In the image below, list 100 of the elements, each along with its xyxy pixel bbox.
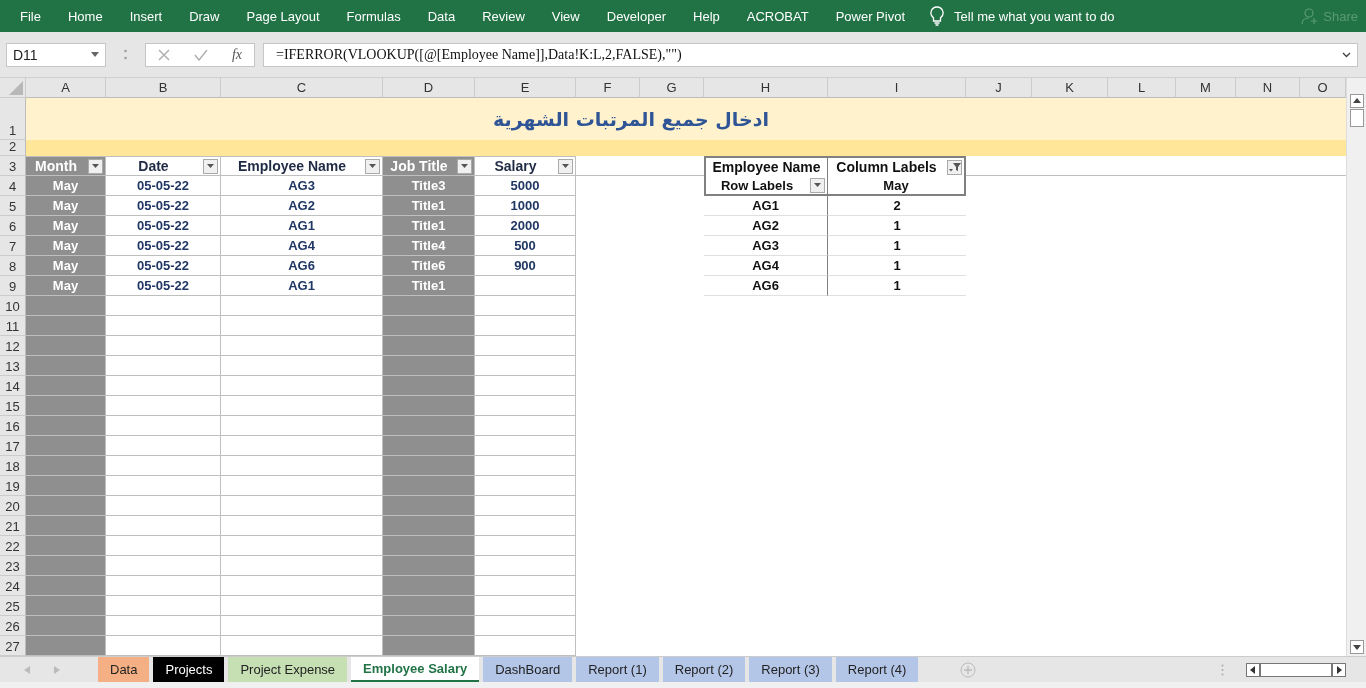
row-number[interactable]: 26 [0, 616, 26, 636]
table-cell: May [26, 176, 106, 196]
sheet-tab[interactable]: Data [98, 657, 150, 682]
column-letter[interactable]: E [475, 78, 576, 98]
column-letter[interactable]: O [1300, 78, 1346, 98]
ribbon-tab[interactable]: Draw [189, 8, 220, 24]
row-number[interactable]: 9 [0, 276, 26, 296]
scroll-down-icon[interactable] [1349, 640, 1364, 654]
row-number[interactable]: 11 [0, 316, 26, 336]
scroll-thumb[interactable] [1349, 109, 1364, 127]
filter-button[interactable] [88, 158, 103, 174]
ribbon-tab[interactable]: Data [427, 8, 456, 24]
row-number[interactable]: 17 [0, 436, 26, 456]
row-number[interactable]: 24 [0, 576, 26, 596]
ribbon-tab[interactable]: Page Layout [246, 8, 320, 24]
row-number[interactable]: 8 [0, 256, 26, 276]
sheet-tab[interactable]: Report (4) [835, 657, 919, 682]
ribbon-tab[interactable]: Help [693, 8, 720, 24]
row-number[interactable]: 25 [0, 596, 26, 616]
filter-button[interactable] [203, 158, 218, 174]
table-cell: Title1 [383, 216, 475, 236]
lightbulb-icon [930, 6, 945, 26]
row-number[interactable]: 18 [0, 456, 26, 476]
table-cell: 05-05-22 [106, 236, 221, 256]
row-number[interactable]: 14 [0, 376, 26, 396]
row-number[interactable]: 13 [0, 356, 26, 376]
sheet-tab[interactable]: Employee Salary [351, 657, 480, 682]
caret-icon [207, 164, 214, 168]
filter-button[interactable] [947, 159, 962, 175]
row-number[interactable]: 20 [0, 496, 26, 516]
column-heading: Employee Name [236, 158, 348, 174]
row-number[interactable]: 22 [0, 536, 26, 556]
column-letter[interactable]: H [704, 78, 828, 98]
row-number[interactable]: 6 [0, 216, 26, 236]
column-heading: Date [137, 158, 170, 174]
ribbon-tab[interactable]: Power Pivot [835, 8, 906, 24]
scroll-right-icon[interactable] [1332, 662, 1346, 677]
row-number[interactable]: 3 [0, 156, 26, 176]
column-letter[interactable]: M [1176, 78, 1236, 98]
table-cell: 05-05-22 [106, 176, 221, 196]
column-letter[interactable]: L [1108, 78, 1176, 98]
row-number[interactable]: 23 [0, 556, 26, 576]
tell-me-search[interactable]: Tell me what you want to do [954, 8, 1115, 24]
horizontal-scrollbar[interactable] [1246, 662, 1346, 677]
filter-button[interactable] [810, 177, 825, 193]
row-number[interactable]: 1 [0, 98, 26, 140]
filter-button[interactable] [365, 158, 380, 174]
table-cell: 05-05-22 [106, 196, 221, 216]
column-letter[interactable]: I [828, 78, 966, 98]
ribbon-tab[interactable]: File [20, 8, 41, 24]
ribbon-tab[interactable]: Home [67, 8, 103, 24]
formula-field[interactable]: =IFERROR(VLOOKUP([@[Employee Name]],Data!K:L,2,FALSE),"") [263, 42, 1358, 67]
ribbon-tab[interactable]: Insert [129, 8, 163, 24]
sheet-tab[interactable]: Report (1) [576, 657, 659, 682]
name-box[interactable]: D11 [6, 42, 106, 67]
row-number[interactable]: 27 [0, 636, 26, 656]
row-number[interactable]: 2 [0, 140, 26, 156]
column-letter[interactable]: A [26, 78, 106, 98]
column-letter[interactable]: B [106, 78, 221, 98]
column-labels-heading: Column Labels [835, 159, 938, 175]
column-letter[interactable]: D [383, 78, 475, 98]
column-letter[interactable]: C [221, 78, 383, 98]
sheet-tab[interactable]: Report (3) [749, 657, 832, 682]
table-cell: May [26, 216, 106, 236]
grip-icon [124, 49, 127, 60]
scroll-up-icon[interactable] [1349, 94, 1364, 108]
sheet-tab[interactable]: DashBoard [483, 657, 573, 682]
column-letter[interactable]: J [966, 78, 1032, 98]
vertical-scrollbar[interactable] [1346, 78, 1366, 656]
ribbon-tab[interactable]: Formulas [346, 8, 401, 24]
filter-button[interactable] [558, 158, 573, 174]
sheet-tab[interactable]: Projects [153, 657, 225, 682]
column-letter[interactable]: N [1236, 78, 1300, 98]
row-number[interactable]: 7 [0, 236, 26, 256]
sheet-tab[interactable]: Project Expense [228, 657, 348, 682]
ribbon-tab[interactable]: View [551, 8, 580, 24]
scroll-left-icon[interactable] [1246, 662, 1260, 677]
column-letter[interactable]: G [640, 78, 704, 98]
table-cell: Title1 [383, 276, 475, 296]
scroll-thumb[interactable] [1260, 662, 1332, 677]
table-cell: May [26, 256, 106, 276]
row-number[interactable]: 5 [0, 196, 26, 216]
insert-function-button[interactable]: fx [231, 46, 242, 63]
column-letter[interactable]: F [576, 78, 640, 98]
filter-button[interactable] [457, 158, 472, 174]
row-number[interactable]: 19 [0, 476, 26, 496]
row-number[interactable]: 16 [0, 416, 26, 436]
row-number[interactable]: 15 [0, 396, 26, 416]
check-icon[interactable] [193, 48, 208, 61]
pivot-cell: AG3 [704, 236, 828, 256]
row-number[interactable]: 4 [0, 176, 26, 196]
row-number[interactable]: 10 [0, 296, 26, 316]
ribbon-tab[interactable]: Review [482, 8, 525, 24]
row-number[interactable]: 12 [0, 336, 26, 356]
sheet-tab[interactable]: Report (2) [662, 657, 746, 682]
caret-icon [91, 52, 99, 57]
ribbon-tab[interactable]: ACROBAT [746, 8, 809, 24]
ribbon-tab[interactable]: Developer [606, 8, 666, 24]
column-letter[interactable]: K [1032, 78, 1108, 98]
row-number[interactable]: 21 [0, 516, 26, 536]
